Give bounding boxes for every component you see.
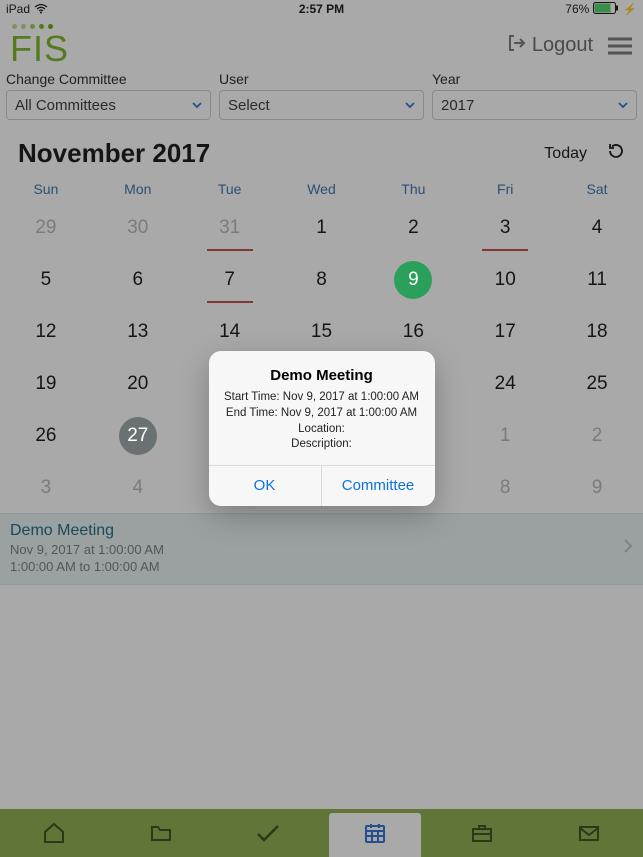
modal-overlay[interactable]: Demo Meeting Start Time: Nov 9, 2017 at … — [0, 0, 643, 857]
dialog-start: Start Time: Nov 9, 2017 at 1:00:00 AM — [219, 390, 425, 406]
dialog-end: End Time: Nov 9, 2017 at 1:00:00 AM — [219, 406, 425, 422]
calendar-day[interactable]: 9 — [367, 263, 459, 297]
dialog-title: Demo Meeting — [219, 367, 425, 384]
dialog-location: Location: — [219, 422, 425, 438]
dialog-description: Description: — [219, 437, 425, 453]
committee-button[interactable]: Committee — [322, 466, 435, 506]
meeting-dialog: Demo Meeting Start Time: Nov 9, 2017 at … — [209, 351, 435, 505]
ok-button[interactable]: OK — [209, 466, 322, 506]
